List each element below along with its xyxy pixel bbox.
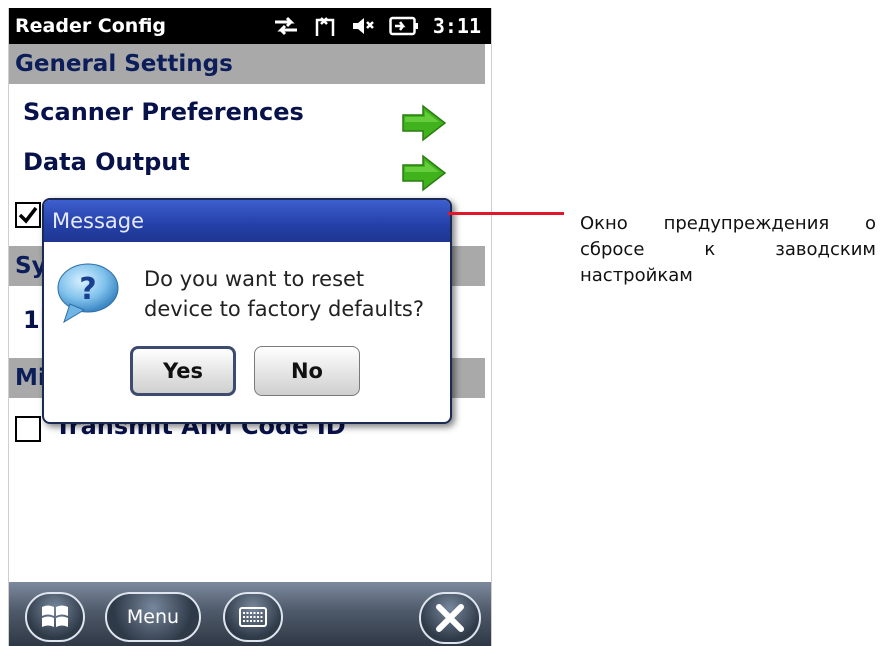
start-button[interactable]	[25, 592, 85, 642]
no-button[interactable]: No	[254, 346, 360, 396]
arrow-right-icon[interactable]	[401, 154, 447, 192]
transmit-aim-checkbox[interactable]	[15, 416, 41, 442]
data-output-item[interactable]: Data Output	[23, 148, 190, 176]
dialog-message-line2: device to factory defaults?	[144, 297, 425, 321]
close-icon	[436, 604, 464, 632]
dialog-message-line1: Do you want to reset	[144, 267, 365, 291]
connectivity-icon	[274, 16, 297, 36]
callout-line	[448, 212, 564, 215]
speaker-muted-icon	[352, 18, 374, 34]
menu-button[interactable]: Menu	[105, 592, 201, 642]
no-signal-icon	[315, 17, 335, 36]
app-title: Reader Config	[15, 15, 167, 37]
svg-text:?: ?	[79, 272, 96, 307]
windows-logo-icon	[42, 605, 68, 627]
question-icon: ?	[57, 263, 119, 324]
status-bar: Reader Config 3:11	[9, 8, 491, 44]
battery-charging-icon	[389, 16, 418, 36]
yes-button[interactable]: Yes	[130, 346, 236, 396]
keyboard-icon	[239, 607, 267, 627]
annotation-text: Окно предупреждения о сбросе к заводским…	[580, 213, 876, 286]
dialog-title: Message	[44, 200, 450, 242]
reset-confirm-dialog: Message ? Do you want to reset device to…	[42, 198, 452, 424]
clock: 3:11	[432, 14, 481, 38]
close-button[interactable]	[419, 592, 481, 644]
checkmark-icon	[18, 206, 38, 224]
section-general-settings: General Settings	[9, 44, 485, 84]
taskbar: Menu	[9, 582, 491, 646]
checked-checkbox[interactable]	[15, 202, 41, 228]
arrow-right-icon[interactable]	[401, 104, 447, 142]
keyboard-button[interactable]	[223, 592, 283, 642]
scanner-preferences-item[interactable]: Scanner Preferences	[23, 98, 304, 126]
